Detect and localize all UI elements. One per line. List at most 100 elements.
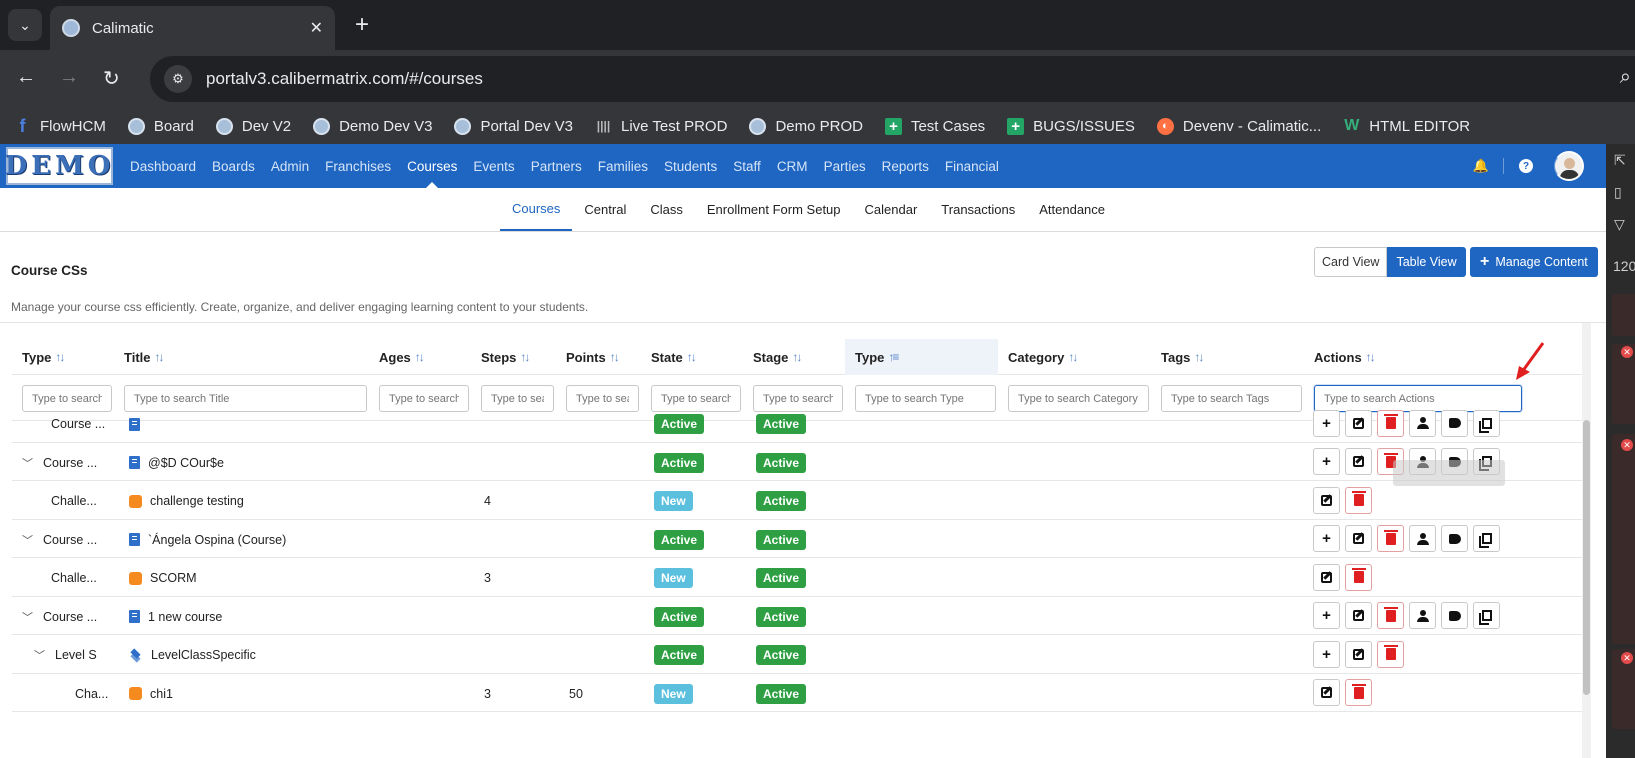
table-row[interactable]: ﹀ Course ... 1 new course Active Active +: [12, 597, 1582, 635]
subnav-courses[interactable]: Courses: [500, 188, 573, 231]
nav-boards[interactable]: Boards: [212, 144, 255, 188]
col-tags[interactable]: Tags ↑↓: [1151, 339, 1304, 375]
nav-financial[interactable]: Financial: [945, 144, 999, 188]
card-view-button[interactable]: Card View: [1314, 247, 1388, 277]
filter-icon[interactable]: ▽: [1614, 216, 1625, 233]
delete-button[interactable]: [1377, 525, 1404, 553]
table-row[interactable]: Course ... Active Active +: [12, 404, 1582, 443]
edit-button[interactable]: [1313, 679, 1340, 707]
row-title[interactable]: chi1: [150, 687, 173, 701]
edit-button[interactable]: [1345, 602, 1372, 630]
add-button[interactable]: +: [1313, 409, 1340, 437]
table-row[interactable]: ﹀ Course ... @$D COur$e Active Active +: [12, 443, 1582, 481]
subnav-central[interactable]: Central: [572, 188, 638, 231]
demo-logo[interactable]: DEMO: [5, 147, 113, 185]
add-button[interactable]: +: [1313, 602, 1340, 630]
table-row[interactable]: ﹀ Course ... `Ángela Ospina (Course) Active…: [12, 520, 1582, 558]
row-title[interactable]: LevelClassSpecific: [151, 648, 256, 662]
delete-button[interactable]: [1345, 486, 1372, 514]
col-type[interactable]: Type ↑↓: [12, 339, 114, 375]
row-title[interactable]: @$D COur$e: [148, 456, 224, 470]
reload-icon[interactable]: ↻: [103, 66, 120, 91]
row-title[interactable]: challenge testing: [150, 494, 244, 508]
site-settings-icon[interactable]: ⚙: [164, 65, 192, 93]
bookmark-live-test-prod[interactable]: |||| Live Test PROD: [595, 118, 728, 135]
add-button[interactable]: +: [1313, 525, 1340, 553]
delete-button[interactable]: [1345, 679, 1372, 707]
bell-icon[interactable]: 🔔: [1459, 158, 1504, 174]
bookmark-board[interactable]: Board: [127, 117, 194, 135]
bookmark-test-cases[interactable]: + Test Cases: [884, 117, 985, 135]
bookmark-html-editor[interactable]: W HTML EDITOR: [1343, 117, 1470, 135]
new-tab-plus-icon[interactable]: +: [355, 13, 369, 37]
close-tab-icon[interactable]: ✕: [310, 18, 323, 38]
subnav-class[interactable]: Class: [638, 188, 695, 231]
tag-button[interactable]: [1441, 409, 1468, 437]
nav-parties[interactable]: Parties: [824, 144, 866, 188]
col-type-2[interactable]: Type ↑≡: [845, 339, 998, 375]
delete-button[interactable]: [1377, 602, 1404, 630]
nav-students[interactable]: Students: [664, 144, 717, 188]
help-icon[interactable]: ?: [1519, 159, 1533, 173]
avatar[interactable]: [1554, 151, 1584, 181]
expand-chevron-icon[interactable]: ﹀: [22, 609, 33, 625]
edit-button[interactable]: [1345, 409, 1372, 437]
nav-admin[interactable]: Admin: [271, 144, 309, 188]
copy-button[interactable]: [1473, 602, 1500, 630]
zoom-magnifier-icon[interactable]: ⌕: [1620, 66, 1631, 89]
add-button[interactable]: +: [1313, 448, 1340, 476]
copy-button[interactable]: [1473, 409, 1500, 437]
bookmark-bugs-issues[interactable]: + BUGS/ISSUES: [1007, 117, 1135, 135]
col-title[interactable]: Title ↑↓: [114, 339, 369, 375]
subnav-enrollment-form-setup[interactable]: Enrollment Form Setup: [695, 188, 853, 231]
inspect-icon[interactable]: ⇱: [1614, 152, 1626, 169]
delete-button[interactable]: [1345, 563, 1372, 591]
assign-user-button[interactable]: [1409, 602, 1436, 630]
col-steps[interactable]: Steps ↑↓: [471, 339, 556, 375]
subnav-calendar[interactable]: Calendar: [853, 188, 930, 231]
manage-content-button[interactable]: + Manage Content: [1470, 247, 1598, 277]
nav-families[interactable]: Families: [598, 144, 648, 188]
tab-search-chevron-icon[interactable]: ⌄: [8, 9, 42, 41]
bookmark-demo-prod[interactable]: Demo PROD: [749, 117, 863, 135]
nav-dashboard[interactable]: Dashboard: [130, 144, 196, 188]
tag-button[interactable]: [1441, 525, 1468, 553]
table-row[interactable]: Cha... chi1 3 50 New Active: [12, 674, 1582, 712]
close-icon[interactable]: ✕: [1621, 346, 1633, 358]
nav-reports[interactable]: Reports: [882, 144, 929, 188]
col-ages[interactable]: Ages ↑↓: [369, 339, 471, 375]
edit-button[interactable]: [1313, 563, 1340, 591]
bookmark-dev-v2[interactable]: Dev V2: [215, 117, 291, 135]
row-title[interactable]: `Ángela Ospina (Course): [148, 533, 286, 547]
delete-button[interactable]: [1377, 409, 1404, 437]
expand-chevron-icon[interactable]: ﹀: [22, 455, 33, 471]
nav-partners[interactable]: Partners: [531, 144, 582, 188]
table-row[interactable]: ﹀ Level S LevelClassSpecific Active Active +: [12, 635, 1582, 674]
edit-button[interactable]: [1345, 525, 1372, 553]
close-icon[interactable]: ✕: [1621, 439, 1633, 451]
tag-button[interactable]: [1441, 602, 1468, 630]
delete-button[interactable]: [1377, 640, 1404, 668]
expand-chevron-icon[interactable]: ﹀: [34, 647, 45, 663]
add-button[interactable]: +: [1313, 640, 1340, 668]
back-arrow-icon[interactable]: ←: [16, 66, 36, 89]
col-points[interactable]: Points ↑↓: [556, 339, 641, 375]
bookmark-devenv[interactable]: ◐ Devenv - Calimatic...: [1156, 117, 1321, 135]
edit-button[interactable]: [1345, 640, 1372, 668]
table-view-button[interactable]: Table View: [1387, 247, 1466, 277]
col-actions[interactable]: Actions ↑↓: [1304, 339, 1524, 375]
subnav-transactions[interactable]: Transactions: [929, 188, 1027, 231]
nav-franchises[interactable]: Franchises: [325, 144, 391, 188]
table-row[interactable]: Challe... challenge testing 4 New Active: [12, 481, 1582, 520]
table-row[interactable]: Challe... SCORM 3 New Active: [12, 558, 1582, 597]
nav-crm[interactable]: CRM: [777, 144, 808, 188]
col-stage[interactable]: Stage ↑↓: [743, 339, 845, 375]
assign-user-button[interactable]: [1409, 525, 1436, 553]
assign-user-button[interactable]: [1409, 409, 1436, 437]
address-bar[interactable]: ⚙ portalv3.calibermatrix.com/#/courses ⌕: [150, 56, 1635, 102]
bookmark-flowhcm[interactable]: f FlowHCM: [14, 116, 106, 136]
expand-chevron-icon[interactable]: ﹀: [22, 532, 33, 548]
scrollbar-thumb[interactable]: [1583, 420, 1590, 695]
row-title[interactable]: 1 new course: [148, 610, 222, 624]
bookmark-portal-dev-v3[interactable]: Portal Dev V3: [454, 117, 573, 135]
